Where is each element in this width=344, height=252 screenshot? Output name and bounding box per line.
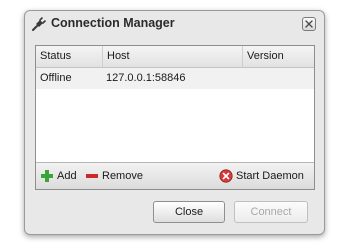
table-row[interactable]: Offline 127.0.0.1:58846: [36, 68, 314, 89]
cell-version: [242, 68, 314, 89]
column-header-host[interactable]: Host: [102, 46, 242, 67]
minus-icon: [86, 174, 98, 178]
start-daemon-button[interactable]: Start Daemon: [219, 163, 304, 189]
start-daemon-label: Start Daemon: [236, 170, 304, 182]
dialog-title: Connection Manager: [51, 16, 175, 30]
plug-icon: [31, 16, 47, 32]
column-header-status[interactable]: Status: [36, 46, 102, 67]
plus-icon: [41, 170, 53, 182]
remove-button[interactable]: Remove: [85, 163, 143, 189]
connections-panel: Status Host Version Offline 127.0.0.1:58…: [35, 45, 315, 190]
column-header-version[interactable]: Version: [242, 46, 314, 67]
cell-host: 127.0.0.1:58846: [106, 72, 186, 84]
add-button[interactable]: Add: [40, 163, 77, 189]
title-bar: Connection Manager: [25, 11, 324, 37]
cell-status: Offline: [40, 72, 72, 84]
close-button[interactable]: Close: [153, 201, 225, 223]
add-label: Add: [57, 170, 77, 182]
connection-manager-dialog: Connection Manager Status Host Version O…: [24, 10, 325, 235]
table-header: Status Host Version: [36, 46, 314, 68]
connections-toolbar: Add Remove Start Daemon: [36, 162, 314, 189]
close-icon[interactable]: [302, 17, 316, 31]
remove-label: Remove: [102, 170, 143, 182]
error-x-icon: [219, 169, 233, 183]
connect-button[interactable]: Connect: [234, 201, 308, 223]
